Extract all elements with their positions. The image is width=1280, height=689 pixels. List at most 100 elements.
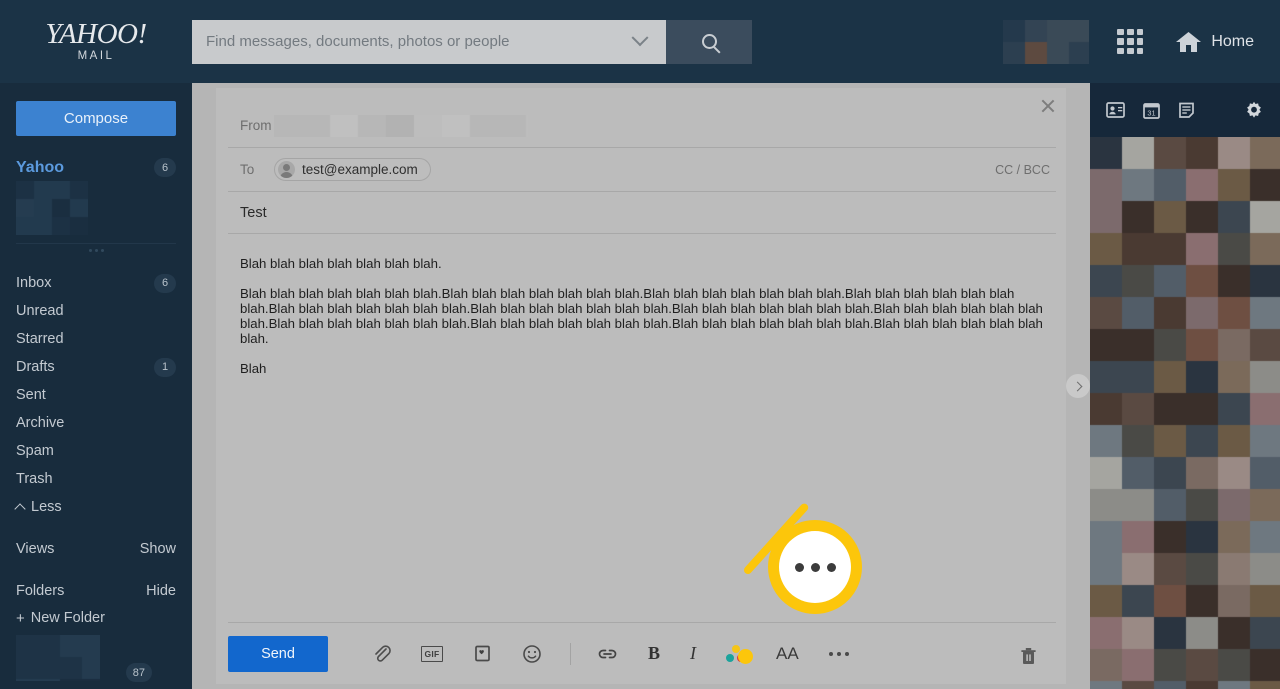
sidebar-section-views[interactable]: Views Show	[16, 535, 176, 563]
gif-icon: GIF	[421, 645, 443, 662]
from-field-row[interactable]: From	[228, 104, 1056, 148]
rail-icon-bar: 31	[1090, 83, 1280, 137]
sidebar-section-folders[interactable]: Folders Hide	[16, 577, 176, 605]
section-label: Folders	[16, 583, 65, 599]
link-icon	[598, 649, 617, 658]
sidebar-item-unread[interactable]: Unread	[16, 297, 176, 325]
account-badge: 6	[154, 158, 176, 177]
discard-draft-button[interactable]	[1019, 646, 1038, 666]
recipient-email: test@example.com	[302, 162, 418, 177]
section-action[interactable]: Show	[140, 541, 176, 557]
from-value-blurred	[274, 114, 528, 137]
sidebar-item-archive[interactable]: Archive	[16, 409, 176, 437]
compose-window: From To test@example.com CC / BCC Test B…	[216, 88, 1066, 684]
body-paragraph: Blah blah blah blah blah blah blah.	[240, 256, 442, 271]
mail-logo-text: MAIL	[77, 49, 115, 62]
sidebar-divider	[16, 243, 176, 257]
custom-folder-blurred[interactable]: 87	[16, 635, 152, 682]
font-settings-button[interactable]: AA	[776, 644, 799, 664]
contacts-card-icon[interactable]	[1106, 102, 1125, 118]
profile-avatar-blurred[interactable]	[1003, 19, 1090, 64]
sidebar-less-toggle[interactable]: Less	[14, 493, 176, 521]
home-button[interactable]: Home	[1175, 30, 1254, 54]
sidebar-item-spam[interactable]: Spam	[16, 437, 176, 465]
send-button[interactable]: Send	[228, 635, 328, 672]
annotation-magnifier-content	[779, 531, 851, 603]
header-right-cluster: Home	[1003, 0, 1280, 83]
notepad-icon[interactable]	[1178, 102, 1195, 119]
more-options-button[interactable]	[828, 651, 849, 656]
yahoo-mail-logo[interactable]: YAHOO! MAIL	[0, 18, 192, 62]
sidebar-item-label: Sent	[16, 387, 46, 403]
calendar-icon[interactable]: 31	[1143, 102, 1160, 119]
search-area: Find messages, documents, photos or peop…	[192, 19, 752, 64]
trash-icon	[1021, 648, 1036, 664]
italic-button[interactable]: I	[690, 643, 696, 664]
close-icon[interactable]	[1040, 98, 1056, 114]
emoji-button[interactable]	[522, 644, 542, 664]
body-paragraph: Blah	[240, 361, 267, 376]
cc-bcc-toggle[interactable]: CC / BCC	[995, 163, 1056, 177]
account-detail-blurred	[16, 181, 88, 235]
account-name: Yahoo	[16, 158, 65, 176]
chevron-down-icon[interactable]	[631, 28, 649, 46]
apps-grid-icon[interactable]	[1117, 28, 1144, 55]
sidebar-item-trash[interactable]: Trash	[16, 465, 176, 493]
body-paragraph: Blah blah blah blah blah blah blah.Blah …	[240, 286, 1043, 346]
recipient-pill[interactable]: test@example.com	[274, 158, 431, 181]
message-body[interactable]: Blah blah blah blah blah blah blah. Blah…	[228, 234, 1056, 376]
chevron-up-icon	[14, 502, 26, 515]
gif-button[interactable]: GIF	[421, 645, 443, 662]
subject-field-row[interactable]: Test	[228, 192, 1056, 234]
sidebar-item-label: Drafts	[16, 359, 55, 375]
section-label: Views	[16, 541, 55, 557]
insert-link-button[interactable]	[597, 646, 618, 662]
sidebar-item-label: Starred	[16, 331, 64, 347]
from-label: From	[240, 118, 272, 133]
yahoo-mail-app: YAHOO! MAIL Find messages, documents, ph…	[0, 0, 1280, 689]
compose-toolbar: Send GIF B I AA	[228, 622, 1056, 684]
sidebar-item-label: Unread	[16, 303, 64, 319]
photo-card-icon	[475, 645, 490, 662]
search-button[interactable]	[666, 19, 752, 64]
sidebar-item-inbox[interactable]: Inbox 6	[16, 269, 176, 297]
sidebar-item-badge: 1	[154, 357, 176, 377]
to-field-row[interactable]: To test@example.com CC / BCC	[228, 148, 1056, 192]
compose-button[interactable]: Compose	[16, 101, 176, 136]
section-action[interactable]: Hide	[146, 583, 176, 599]
sidebar-item-label: Inbox	[16, 275, 52, 291]
settings-button[interactable]	[1244, 101, 1264, 126]
sidebar-item-label: Spam	[16, 443, 54, 459]
format-tools: B I AA	[597, 643, 849, 664]
sidebar-item-drafts[interactable]: Drafts 1	[16, 353, 176, 381]
app-header: YAHOO! MAIL Find messages, documents, ph…	[0, 0, 1280, 83]
gear-icon	[1247, 101, 1261, 118]
sidebar-item-sent[interactable]: Sent	[16, 381, 176, 409]
left-sidebar: Compose Yahoo 6 Inbox 6 Unread Starred D…	[0, 83, 192, 689]
advertisement-blurred[interactable]	[1090, 137, 1280, 689]
compose-overlay: From To test@example.com CC / BCC Test B…	[192, 83, 1090, 689]
more-options-icon	[828, 651, 849, 656]
subject-value: Test	[240, 204, 267, 221]
annotation-magnifier	[768, 520, 862, 614]
new-folder-button[interactable]: + New Folder	[16, 605, 176, 631]
account-row[interactable]: Yahoo 6	[16, 158, 176, 177]
paperclip-icon	[375, 645, 391, 662]
expand-panel-button[interactable]	[1066, 374, 1090, 398]
attachment-tools: GIF	[372, 644, 542, 664]
attach-file-button[interactable]	[372, 644, 391, 663]
emoji-smiley-icon	[523, 644, 541, 663]
search-input[interactable]: Find messages, documents, photos or peop…	[192, 19, 666, 64]
plus-icon: +	[16, 609, 25, 627]
sidebar-item-badge: 6	[154, 273, 176, 293]
bold-button[interactable]: B	[648, 643, 660, 664]
new-folder-label: New Folder	[30, 610, 105, 626]
sidebar-item-starred[interactable]: Starred	[16, 325, 176, 353]
annotation-pointer-tip	[738, 649, 753, 664]
insert-photo-button[interactable]	[473, 644, 492, 663]
right-rail: 31	[1090, 83, 1280, 689]
toolbar-divider	[570, 642, 571, 665]
search-icon	[701, 34, 717, 49]
sidebar-item-label: Archive	[16, 415, 65, 431]
home-label: Home	[1211, 32, 1254, 50]
